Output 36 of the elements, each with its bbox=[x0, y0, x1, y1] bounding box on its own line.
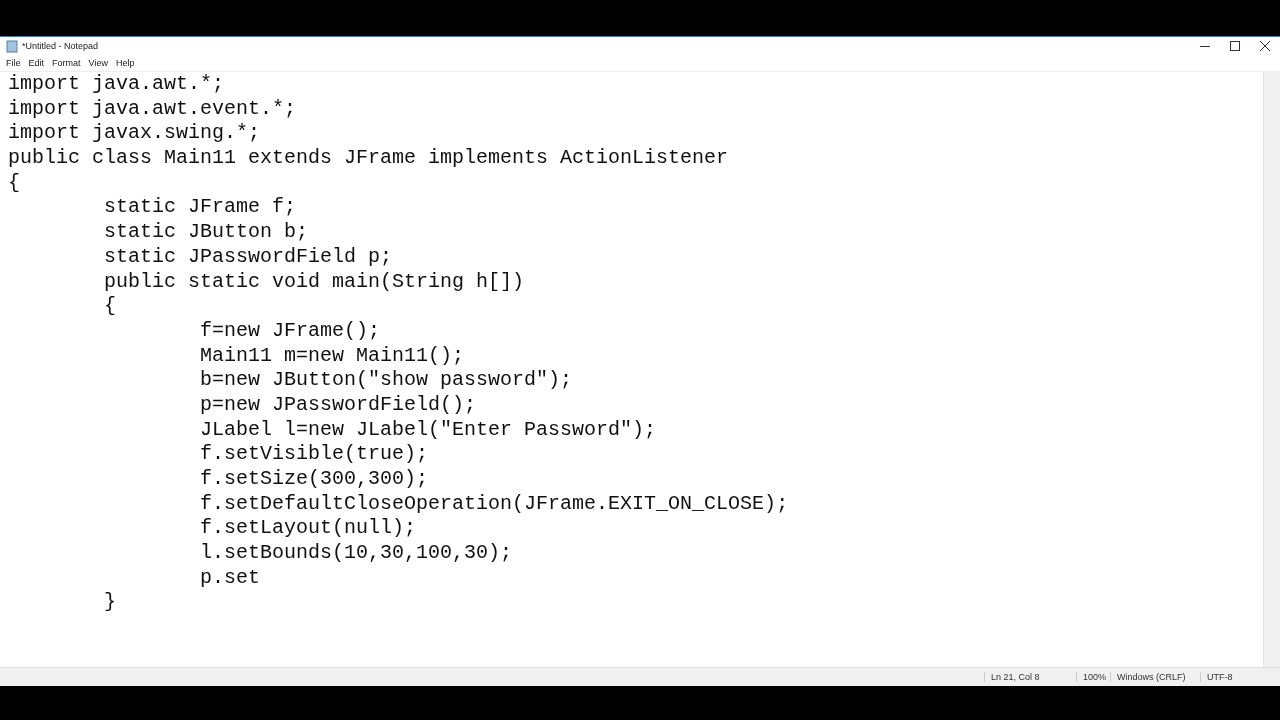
close-icon bbox=[1260, 41, 1270, 51]
code-line: f.setVisible(true); bbox=[199, 442, 429, 466]
menu-item[interactable]: Edit bbox=[24, 58, 49, 68]
code-line: static JPasswordField p; bbox=[103, 244, 393, 268]
code-line: JLabel l=new JLabel("Enter Password"); bbox=[199, 417, 657, 441]
code-line: public static void main(String h[]) bbox=[103, 269, 525, 293]
status-text: 100% bbox=[1076, 672, 1110, 682]
status-text: UTF-8 bbox=[1200, 672, 1280, 682]
code-line: static JButton b; bbox=[103, 220, 309, 244]
status-text: Windows (CRLF) bbox=[1110, 672, 1200, 682]
code-line: import javax.swing.*; bbox=[8, 121, 261, 145]
code-line: import java.awt.*; bbox=[8, 72, 225, 95]
code-line: f.setDefaultCloseOperation(JFrame.EXIT_ON_CLOSE); bbox=[199, 491, 789, 515]
code-line: f.setLayout(null); bbox=[199, 516, 417, 540]
code-line: Main11 m=new Main11(); bbox=[199, 343, 465, 367]
menu-item[interactable]: Help bbox=[111, 58, 139, 68]
code-line: static JFrame f; bbox=[103, 195, 297, 219]
code-line: } bbox=[103, 590, 117, 614]
code-line: import java.awt.event.*; bbox=[8, 96, 297, 120]
code-line: f=new JFrame(); bbox=[199, 318, 381, 342]
code-line: p=new JPasswordField(); bbox=[199, 392, 477, 416]
code-line: { bbox=[8, 170, 20, 194]
code-line: l.setBounds(10,30,100,30); bbox=[199, 541, 513, 565]
code-line: p.set bbox=[199, 565, 261, 589]
code-line: b=new JButton("show password"); bbox=[199, 368, 573, 392]
vertical-scrollbar[interactable] bbox=[1263, 72, 1280, 667]
window-title: *Untitled - Notepad bbox=[22, 41, 99, 51]
menu-item[interactable]: Format bbox=[48, 58, 85, 68]
code-line: public class Main11 extends JFrame implements ActionListener bbox=[8, 146, 729, 170]
status-text: Ln 21, Col 8 bbox=[984, 672, 1076, 682]
code-line: f.setSize(300,300); bbox=[199, 467, 429, 490]
code-line: { bbox=[103, 294, 117, 318]
menu-item[interactable]: File bbox=[2, 58, 25, 68]
menu-item[interactable]: View bbox=[84, 58, 112, 68]
notepad-icon bbox=[6, 39, 18, 53]
maximize-icon bbox=[1230, 41, 1240, 51]
